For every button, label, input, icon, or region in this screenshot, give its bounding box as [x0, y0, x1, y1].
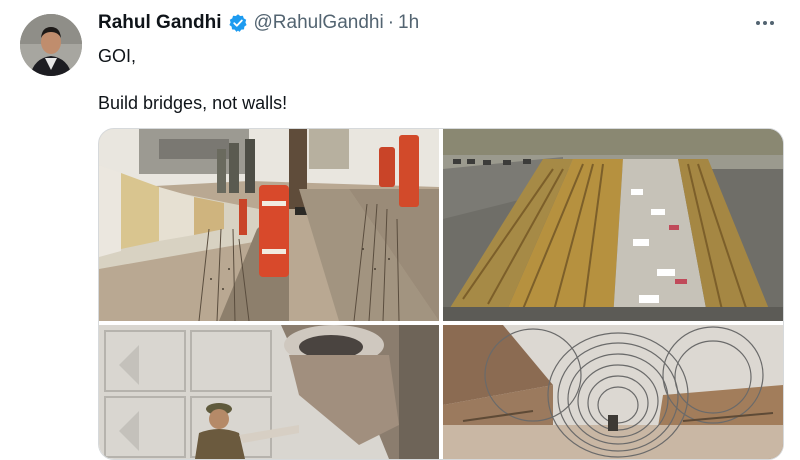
tweet-media-grid: [98, 128, 784, 460]
author-avatar[interactable]: [20, 14, 82, 76]
tweet-photo-1[interactable]: [99, 129, 439, 321]
tweet-text-line1: GOI,: [98, 46, 137, 66]
tweet-header: Rahul Gandhi @RahulGandhi · 1h: [98, 12, 419, 34]
tweet-photo-4[interactable]: [443, 325, 783, 459]
separator-dot: ·: [387, 12, 395, 33]
more-options-icon[interactable]: [756, 12, 774, 34]
avatar-image: [20, 14, 82, 76]
author-name[interactable]: Rahul Gandhi: [98, 12, 222, 34]
verified-badge-icon: [228, 13, 248, 33]
tweet-photo-3[interactable]: [99, 325, 439, 459]
tweet-photo-2[interactable]: [443, 129, 783, 321]
tweet-timestamp[interactable]: 1h: [398, 12, 419, 34]
tweet-text-line2: Build bridges, not walls!: [98, 93, 288, 113]
author-handle[interactable]: @RahulGandhi: [254, 12, 384, 34]
